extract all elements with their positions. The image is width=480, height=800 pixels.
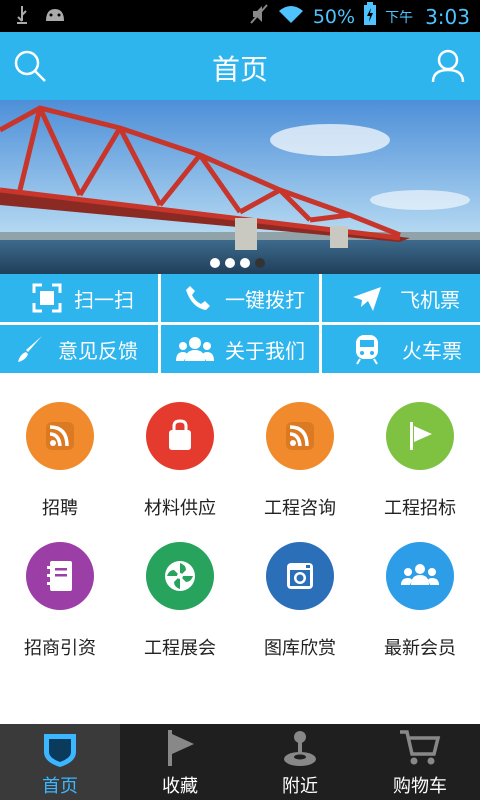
- quick-actions: 扫一扫 一键拨打 飞机票 意见反馈 关于我们 火车票: [0, 274, 480, 374]
- shopping-bag-icon: [146, 402, 214, 470]
- airplane-icon: [350, 281, 384, 315]
- usb-icon: [14, 5, 30, 29]
- app-label: 招聘: [42, 498, 78, 519]
- pinwheel-icon: [146, 542, 214, 610]
- phone-icon: [181, 281, 215, 315]
- feedback-button[interactable]: 意见反馈: [0, 325, 158, 373]
- app-material-supply[interactable]: 材料供应: [120, 402, 240, 520]
- rss-icon: [266, 402, 334, 470]
- scan-icon: [30, 281, 64, 315]
- app-engineering-consulting[interactable]: 工程咨询: [240, 402, 360, 520]
- train-ticket-button[interactable]: 火车票: [322, 325, 480, 373]
- cart-icon: [360, 724, 480, 768]
- app-gallery[interactable]: 图库欣赏: [240, 542, 360, 660]
- banner-indicator: [210, 258, 265, 268]
- indicator-dot-active[interactable]: [255, 258, 265, 268]
- notebook-icon: [26, 542, 94, 610]
- app-new-members[interactable]: 最新会员: [360, 542, 480, 660]
- tab-label: 首页: [42, 776, 78, 797]
- indicator-dot[interactable]: [210, 258, 220, 268]
- app-header: 首页: [0, 32, 480, 100]
- group-icon: [175, 332, 215, 366]
- feedback-brush-icon: [14, 332, 48, 366]
- time-ampm: 下午: [385, 9, 414, 26]
- banner-bridge-image: [0, 100, 480, 274]
- user-icon: [431, 49, 465, 83]
- call-button[interactable]: 一键拨打: [161, 274, 319, 322]
- app-grid: 招聘 材料供应 工程咨询 工程招标 招商引资 工程展会 图库欣赏 最新会员: [0, 374, 480, 724]
- wifi-icon: [277, 3, 305, 30]
- mute-icon: [249, 3, 269, 30]
- app-label: 最新会员: [384, 638, 456, 659]
- camera-icon: [266, 542, 334, 610]
- page-title: 首页: [211, 53, 268, 86]
- indicator-dot[interactable]: [240, 258, 250, 268]
- app-investment[interactable]: 招商引资: [0, 542, 120, 660]
- joystick-icon: [240, 724, 360, 768]
- status-bar: 50% 下午 3:03: [0, 0, 480, 32]
- tab-label: 附近: [282, 776, 318, 797]
- quick-action-label: 一键拨打: [225, 287, 305, 312]
- quick-action-label: 飞机票: [400, 287, 460, 312]
- battery-charging-icon: [363, 2, 377, 31]
- about-us-button[interactable]: 关于我们: [161, 325, 319, 373]
- rss-icon: [26, 402, 94, 470]
- app-label: 图库欣赏: [264, 638, 336, 659]
- tab-favorites[interactable]: 收藏: [120, 724, 240, 800]
- quick-action-label: 关于我们: [225, 338, 305, 363]
- train-icon: [350, 332, 384, 366]
- tab-label: 购物车: [393, 776, 447, 797]
- scan-button[interactable]: 扫一扫: [0, 274, 158, 322]
- battery-percent: 50%: [312, 5, 356, 28]
- app-label: 工程招标: [384, 498, 456, 519]
- quick-action-label: 扫一扫: [74, 287, 134, 312]
- app-label: 招商引资: [24, 638, 96, 659]
- clock: 3:03: [425, 4, 470, 29]
- tab-label: 收藏: [162, 776, 198, 797]
- tab-cart[interactable]: 购物车: [360, 724, 480, 800]
- tab-home[interactable]: 首页: [0, 724, 120, 800]
- bottom-nav: 首页 收藏 附近 购物车: [0, 724, 480, 800]
- tab-nearby[interactable]: 附近: [240, 724, 360, 800]
- app-label: 工程展会: [144, 638, 216, 659]
- indicator-dot[interactable]: [225, 258, 235, 268]
- flag-icon: [120, 724, 240, 768]
- quick-action-label: 意见反馈: [58, 338, 138, 363]
- flight-ticket-button[interactable]: 飞机票: [322, 274, 480, 322]
- android-icon: [44, 5, 66, 29]
- app-label: 材料供应: [144, 498, 216, 519]
- members-icon: [386, 542, 454, 610]
- app-recruitment[interactable]: 招聘: [0, 402, 120, 520]
- app-label: 工程咨询: [264, 498, 336, 519]
- user-button[interactable]: [430, 48, 466, 86]
- app-engineering-expo[interactable]: 工程展会: [120, 542, 240, 660]
- banner-carousel[interactable]: [0, 100, 480, 274]
- flag-icon: [386, 402, 454, 470]
- quick-action-label: 火车票: [402, 338, 462, 363]
- app-engineering-tender[interactable]: 工程招标: [360, 402, 480, 520]
- home-shield-icon: [0, 724, 120, 768]
